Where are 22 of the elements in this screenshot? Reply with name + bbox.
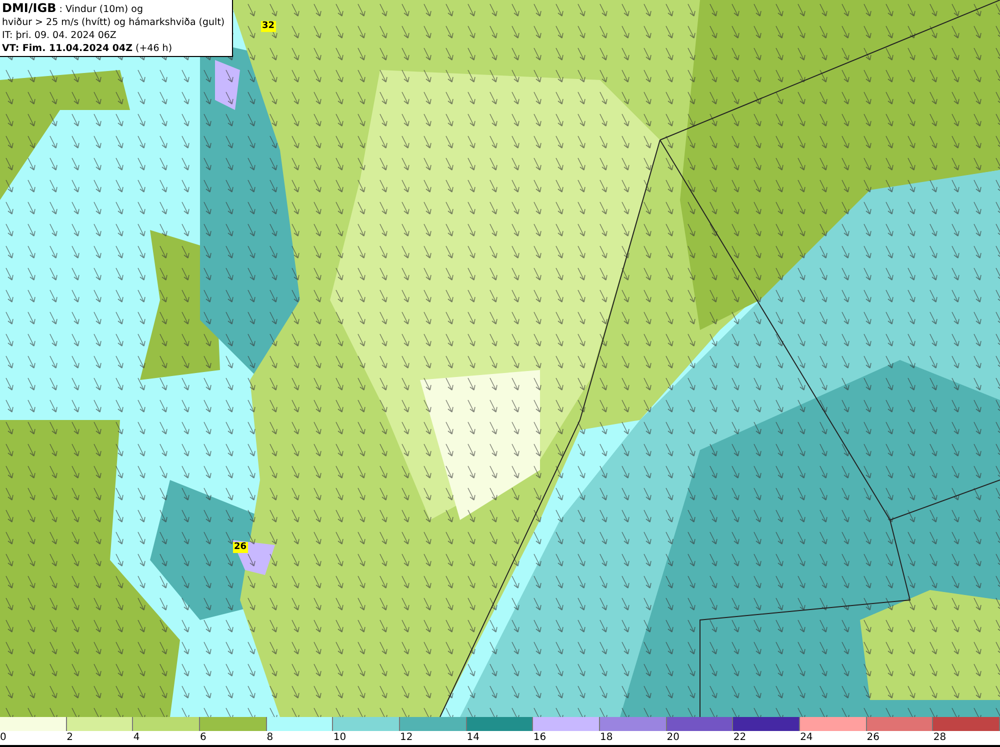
- legend-label: 0: [0, 731, 8, 745]
- legend-label: 28: [933, 731, 948, 745]
- legend-label: 8: [266, 731, 274, 745]
- title-text: : Vindur (10m) og: [58, 4, 144, 15]
- legend-label: 16: [533, 731, 548, 745]
- source-label: DMI/IGB: [2, 1, 56, 15]
- legend-label: 4: [133, 731, 141, 745]
- legend-label: 12: [400, 731, 414, 745]
- legend-label: 10: [333, 731, 348, 745]
- legend-label: 20: [666, 731, 680, 745]
- initial-time-text: IT: þri. 09. 04. 2024 06Z: [2, 29, 118, 42]
- legend-label: 6: [200, 731, 208, 745]
- valid-time-text: VT: Fim. 11.04.2024 04Z (+46 h): [2, 42, 174, 55]
- legend-label: 26: [866, 731, 880, 745]
- gust-maximum-label: 32: [261, 21, 276, 32]
- legend-label: 18: [600, 731, 614, 745]
- subtitle-text: hviður > 25 m/s (hvítt) og hámarkshviða (gult): [2, 16, 226, 29]
- legend-label: 2: [66, 731, 74, 745]
- gust-maximum-label: 26: [233, 542, 248, 553]
- legend-label: 24: [800, 731, 814, 745]
- legend-label: 22: [733, 731, 748, 745]
- legend-label: 14: [466, 731, 480, 745]
